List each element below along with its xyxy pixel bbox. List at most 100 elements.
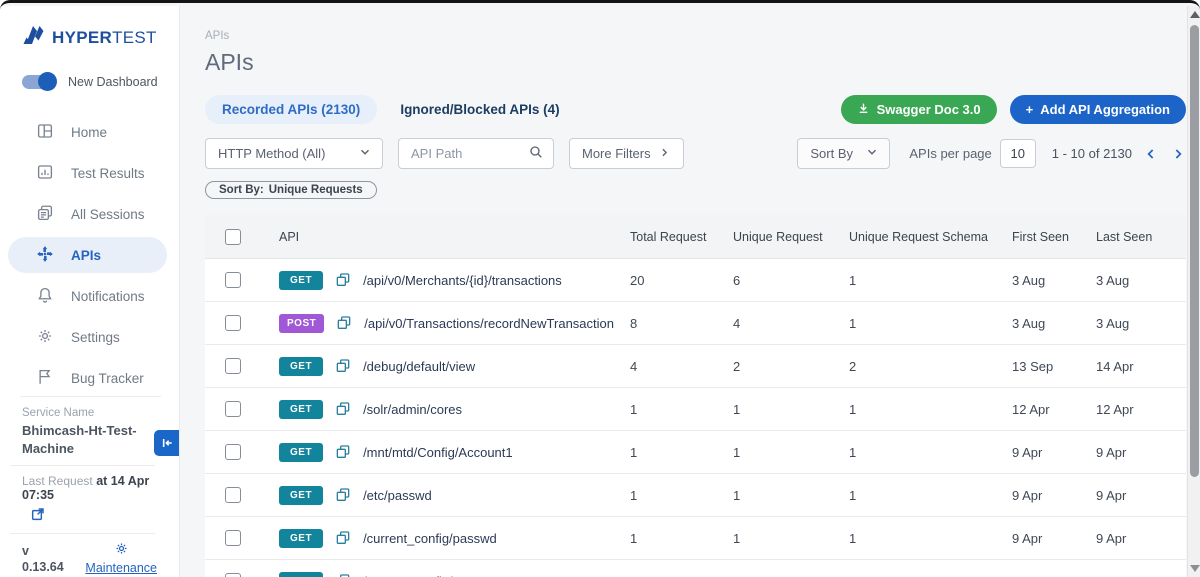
copy-icon[interactable] [335, 530, 351, 546]
row-checkbox[interactable] [225, 573, 241, 577]
http-method-select[interactable]: HTTP Method (All) [205, 138, 383, 169]
copy-icon[interactable] [335, 444, 351, 460]
total-request-value: 1 [630, 574, 733, 577]
sidebar-item-bug-tracker[interactable]: Bug Tracker [8, 360, 167, 396]
add-api-aggregation-button[interactable]: + Add API Aggregation [1010, 95, 1186, 124]
vertical-scrollbar[interactable] [1187, 6, 1200, 577]
api-path[interactable]: /etc/passwd [363, 488, 432, 503]
unique-request-value: 6 [733, 273, 849, 288]
sidebar-item-home[interactable]: Home [8, 114, 167, 150]
unique-request-value: 1 [733, 402, 849, 417]
all-sessions-icon [36, 204, 54, 225]
sidebar-item-settings[interactable]: Settings [8, 319, 167, 355]
api-path[interactable]: /solr/admin/cores [363, 402, 462, 417]
previous-page-button[interactable] [1143, 146, 1159, 162]
external-link-icon[interactable] [0, 504, 179, 533]
first-seen-value: 3 Aug [1012, 273, 1096, 288]
first-seen-value: 13 Sep [1012, 359, 1096, 374]
sort-by-chip[interactable]: Sort By: Unique Requests [205, 181, 377, 199]
http-method-badge: GET [279, 357, 323, 376]
http-method-badge: GET [279, 529, 323, 548]
http-method-badge: GET [279, 400, 323, 419]
col-total-request: Total Request [630, 230, 733, 244]
copy-icon[interactable] [336, 315, 352, 331]
sidebar-item-notifications[interactable]: Notifications [8, 278, 167, 314]
table-row: GET /api/v0/Merchants/{id}/transactions … [205, 259, 1186, 302]
page-title: APIs [205, 49, 1186, 76]
more-filters-button[interactable]: More Filters [569, 138, 684, 169]
unique-request-schema-value: 1 [849, 531, 1012, 546]
api-path[interactable]: /current_config/passwd [363, 531, 497, 546]
select-all-checkbox[interactable] [225, 229, 241, 245]
copy-icon[interactable] [335, 573, 351, 577]
http-method-badge: GET [279, 443, 323, 462]
maintenance-link[interactable]: Maintenance [85, 561, 157, 575]
scroll-up-arrow[interactable] [1189, 9, 1200, 20]
unique-request-schema-value: 1 [849, 445, 1012, 460]
copy-icon[interactable] [335, 487, 351, 503]
row-checkbox[interactable] [225, 401, 241, 417]
unique-request-value: 1 [733, 488, 849, 503]
unique-request-value: 2 [733, 359, 849, 374]
sort-by-select[interactable]: Sort By [797, 138, 890, 169]
row-checkbox[interactable] [225, 530, 241, 546]
sidebar-footer: Service Name Bhimcash-Ht-Test-Machine La… [0, 396, 179, 577]
copy-icon[interactable] [335, 272, 351, 288]
row-checkbox[interactable] [225, 444, 241, 460]
download-icon [857, 102, 870, 118]
new-dashboard-toggle[interactable] [22, 75, 56, 89]
row-checkbox[interactable] [225, 272, 241, 288]
scroll-down-arrow[interactable] [1189, 563, 1200, 574]
api-path-search[interactable] [398, 138, 554, 169]
first-seen-value: 9 Apr [1012, 531, 1096, 546]
per-page-input[interactable] [1000, 139, 1036, 168]
api-path[interactable]: /mnt/mtd/Config/Account1 [363, 445, 513, 460]
row-checkbox[interactable] [225, 487, 241, 503]
api-path[interactable]: /api/v0/Transactions/recordNewTransactio… [364, 316, 614, 331]
api-path[interactable]: /current_config/Account1 [363, 574, 507, 577]
sidebar-item-test-results[interactable]: Test Results [8, 155, 167, 191]
tab-ignored-blocked-apis[interactable]: Ignored/Blocked APIs (4) [383, 95, 576, 124]
swagger-doc-button[interactable]: Swagger Doc 3.0 [841, 95, 997, 124]
api-path-input[interactable] [411, 146, 516, 161]
sidebar-item-apis[interactable]: APIs [8, 237, 167, 273]
unique-request-schema-value: 1 [849, 316, 1012, 331]
scrollbar-thumb[interactable] [1190, 25, 1199, 477]
new-dashboard-toggle-row: New Dashboard [0, 64, 179, 100]
maintenance-gear-icon [85, 541, 157, 561]
unique-request-schema-value: 1 [849, 402, 1012, 417]
copy-icon[interactable] [335, 401, 351, 417]
sidebar-nav: Home Test Results All Sessions [0, 114, 179, 396]
total-request-value: 1 [630, 402, 733, 417]
sidebar-item-all-sessions[interactable]: All Sessions [8, 196, 167, 232]
hypertest-logo-icon [22, 23, 46, 52]
sidebar-collapse-button[interactable] [154, 430, 179, 456]
per-page-label: APIs per page [909, 146, 991, 161]
version-value: 0.13.64 [22, 559, 64, 575]
apis-icon [36, 245, 54, 266]
row-checkbox[interactable] [225, 358, 241, 374]
table-row: GET /current_config/passwd 1 1 1 9 Apr 9… [205, 517, 1186, 560]
first-seen-value: 9 Apr [1012, 445, 1096, 460]
copy-icon[interactable] [335, 358, 351, 374]
tabs-row: Recorded APIs (2130) Ignored/Blocked API… [205, 95, 1186, 124]
table-body: GET /api/v0/Merchants/{id}/transactions … [205, 259, 1186, 577]
next-page-button[interactable] [1170, 146, 1186, 162]
api-path[interactable]: /api/v0/Merchants/{id}/transactions [363, 273, 562, 288]
table-row: POST /api/v0/Transactions/recordNewTrans… [205, 302, 1186, 345]
total-request-value: 8 [630, 316, 733, 331]
table-row: GET /solr/admin/cores 1 1 1 12 Apr 12 Ap… [205, 388, 1186, 431]
apis-table: API Total Request Unique Request Unique … [205, 215, 1186, 577]
api-path[interactable]: /debug/default/view [363, 359, 475, 374]
search-icon [528, 144, 544, 163]
last-seen-value: 9 Apr [1096, 445, 1186, 460]
table-row: GET /etc/passwd 1 1 1 9 Apr 9 Apr [205, 474, 1186, 517]
last-seen-value: 3 Aug [1096, 316, 1186, 331]
toggle-knob [38, 72, 57, 91]
tab-recorded-apis[interactable]: Recorded APIs (2130) [205, 95, 377, 124]
version-block: v 0.13.64 [22, 543, 64, 576]
last-seen-value: 14 Apr [1096, 359, 1186, 374]
row-checkbox[interactable] [225, 315, 241, 331]
last-seen-value: 12 Apr [1096, 402, 1186, 417]
logo: HYPERTEST [0, 6, 179, 64]
